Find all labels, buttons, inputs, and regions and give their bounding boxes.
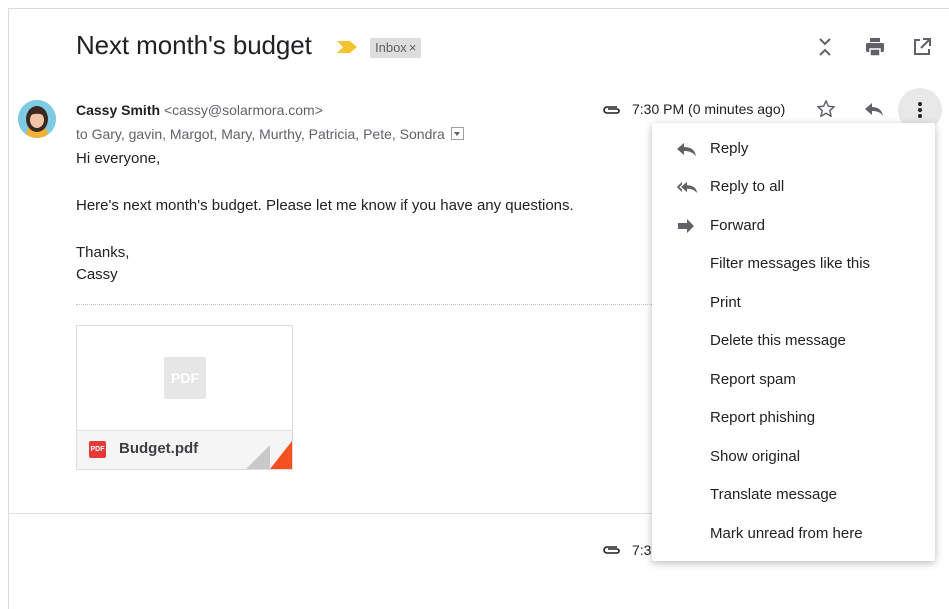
menu-item-label: Delete this message: [710, 332, 846, 349]
pdf-preview-icon: PDF: [164, 357, 206, 399]
importance-marker-icon[interactable]: [337, 41, 357, 53]
body-line: Here's next month's budget. Please let m…: [76, 197, 574, 214]
next-message-time: 7:3: [632, 542, 652, 558]
message-divider: [9, 513, 669, 514]
email-subject: Next month's budget: [76, 30, 312, 60]
inbox-label-text: Inbox: [375, 40, 407, 55]
sender-line: Cassy Smith <cassy@solarmora.com>: [76, 102, 323, 118]
menu-item-show-original[interactable]: Show original: [652, 438, 935, 476]
attachment-preview: PDF: [77, 326, 292, 431]
star-icon[interactable]: [815, 98, 837, 120]
menu-item-label: Report spam: [710, 371, 796, 388]
menu-item-forward[interactable]: Forward: [652, 207, 935, 245]
sender-email: <cassy@solarmora.com>: [163, 102, 323, 118]
recipients-line: to Gary, gavin, Margot, Mary, Murthy, Pa…: [76, 126, 464, 142]
attachment-corner-fold-icon: [246, 441, 292, 469]
body-signature: Cassy: [76, 266, 118, 283]
more-vert-icon: [918, 102, 922, 118]
recipients-text: to Gary, gavin, Margot, Mary, Murthy, Pa…: [76, 126, 445, 142]
menu-item-delete[interactable]: Delete this message: [652, 322, 935, 360]
attachment-paperclip-icon: [603, 546, 620, 554]
print-all-icon[interactable]: [864, 36, 886, 58]
menu-item-report-phishing[interactable]: Report phishing: [652, 399, 935, 437]
menu-item-report-spam[interactable]: Report spam: [652, 361, 935, 399]
menu-item-translate[interactable]: Translate message: [652, 476, 935, 514]
show-details-dropdown-icon[interactable]: [450, 127, 464, 140]
forward-icon: [678, 219, 694, 233]
menu-item-mark-unread[interactable]: Mark unread from here: [652, 515, 935, 553]
body-greeting: Hi everyone,: [76, 150, 161, 167]
attachments-divider: [76, 304, 656, 305]
menu-item-label: Mark unread from here: [710, 525, 863, 542]
reply-all-icon: [676, 181, 698, 193]
menu-item-label: Reply: [710, 140, 749, 157]
attachment-card[interactable]: PDF PDF Budget.pdf: [76, 325, 293, 470]
menu-item-reply-all[interactable]: Reply to all: [652, 168, 935, 206]
menu-item-label: Forward: [710, 217, 766, 234]
body-closing: Thanks,: [76, 244, 130, 261]
attachment-paperclip-icon: [603, 106, 620, 114]
collapse-all-icon[interactable]: [814, 36, 836, 58]
attachment-name: Budget.pdf: [119, 440, 199, 457]
sender-avatar[interactable]: [18, 100, 56, 138]
pdf-file-icon: PDF: [89, 441, 106, 458]
menu-item-filter-messages[interactable]: Filter messages like this: [652, 245, 935, 283]
reply-icon: [677, 143, 696, 156]
menu-item-label: Filter messages like this: [710, 255, 871, 272]
message-time: 7:30 PM (0 minutes ago): [632, 101, 786, 117]
open-in-new-window-icon[interactable]: [911, 36, 933, 58]
sender-name[interactable]: Cassy Smith: [76, 102, 160, 118]
menu-item-label: Translate message: [710, 486, 838, 503]
menu-item-label: Show original: [710, 448, 801, 465]
menu-item-reply[interactable]: Reply: [652, 130, 935, 168]
inbox-label-chip: Inbox ×: [370, 38, 422, 58]
menu-item-print[interactable]: Print: [652, 284, 935, 322]
menu-item-label: Print: [710, 294, 741, 311]
remove-label-button[interactable]: ×: [409, 40, 417, 55]
message-options-menu: Reply Reply to all Forward Filter messag…: [652, 123, 935, 561]
reply-icon[interactable]: [863, 100, 885, 118]
menu-item-label: Report phishing: [710, 409, 816, 426]
menu-item-label: Reply to all: [710, 178, 785, 195]
